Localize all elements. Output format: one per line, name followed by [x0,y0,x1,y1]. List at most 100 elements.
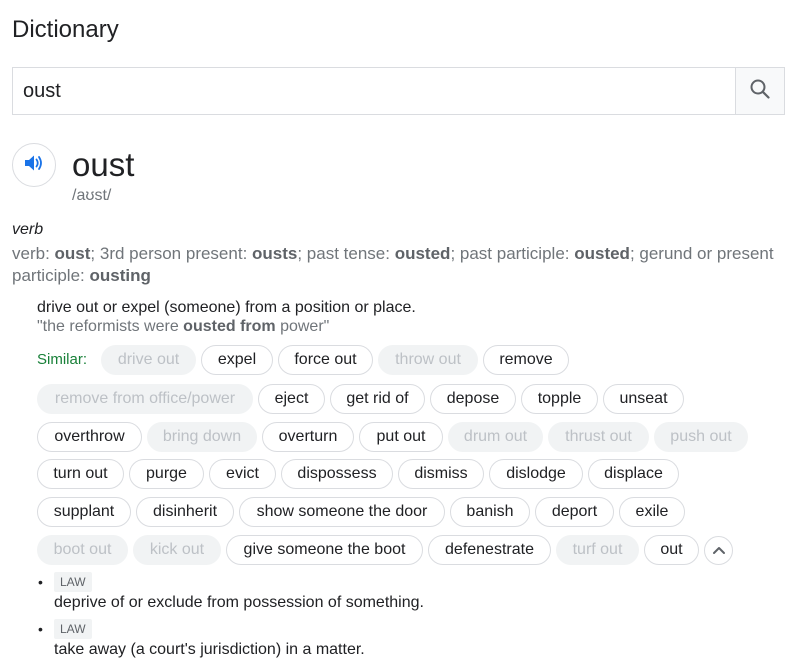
synonym-chip[interactable]: get rid of [330,384,425,414]
synonym-chip[interactable]: drum out [448,422,543,452]
synonym-chip[interactable]: drive out [101,345,196,375]
synonym-chip[interactable]: dislodge [489,459,583,489]
synonym-label: overturn [278,428,338,445]
synonym-label: dispossess [297,465,377,482]
synonym-label: remove from office/power [54,390,236,407]
headword: oust [72,146,135,183]
synonym-chip[interactable]: kick out [133,535,221,565]
synonym-chip[interactable]: exile [619,497,685,527]
example-text: "the reformists were [37,318,184,335]
page-title: Dictionary [12,16,119,43]
synonym-label: unseat [619,390,668,407]
pronunciation-button[interactable] [12,143,56,187]
synonym-label: displace [604,465,663,482]
synonym-chip[interactable]: out [644,535,699,565]
law-badge: LAW [54,572,92,592]
form-label: ; past tense: [297,244,395,263]
synonym-chip[interactable]: deport [535,497,614,527]
synonym-chip[interactable]: dispossess [281,459,393,489]
synonym-chip[interactable]: remove from office/power [37,384,253,414]
subsense-definition: deprive of or exclude from possession of… [54,594,424,611]
synonym-chip[interactable]: evict [209,459,276,489]
synonym-label: deport [551,503,598,520]
synonym-label: put out [376,428,426,445]
synonym-chip[interactable]: put out [359,422,443,452]
synonym-chip[interactable]: overturn [262,422,354,452]
synonym-label: kick out [149,541,205,558]
synonym-chip[interactable]: expel [201,345,273,375]
synonym-label: push out [670,428,732,445]
synonym-label: force out [294,351,357,368]
form-label: ; 3rd person present: [90,244,253,263]
synonym-chip[interactable]: supplant [37,497,131,527]
law-badge: LAW [54,619,92,639]
synonym-chip[interactable]: turf out [556,535,639,565]
synonym-label: get rid of [346,390,409,407]
list-bullet: • [38,574,43,590]
search-input[interactable] [13,68,735,114]
synonym-chip[interactable]: bring down [147,422,257,452]
synonym-chip[interactable]: force out [278,345,373,375]
synonym-label: show someone the door [256,503,428,520]
synonym-chip[interactable]: remove [483,345,569,375]
synonym-label: topple [537,390,582,407]
synonym-chip[interactable]: boot out [37,535,128,565]
synonym-chip[interactable]: topple [521,384,598,414]
synonym-chip[interactable]: displace [588,459,679,489]
synonym-chip[interactable]: push out [654,422,748,452]
synonym-label: expel [217,351,257,368]
synonym-label: supplant [53,503,115,520]
synonym-label: eject [274,390,309,407]
synonym-label: boot out [53,541,112,558]
search-box [12,67,785,115]
subsense-definition: take away (a court's jurisdiction) in a … [54,641,365,658]
search-button[interactable] [735,68,784,114]
synonym-chip[interactable]: overthrow [37,422,142,452]
synonym-label: dislodge [506,465,566,482]
synonym-label: remove [499,351,553,368]
synonym-chip[interactable]: eject [258,384,325,414]
synonym-chip[interactable]: show someone the door [239,497,445,527]
synonym-label: purge [146,465,187,482]
synonym-chip[interactable]: unseat [603,384,684,414]
synonym-label: dismiss [414,465,468,482]
form-value: oust [54,244,91,263]
synonym-chip[interactable]: dismiss [398,459,484,489]
synonym-chip[interactable]: banish [450,497,530,527]
definition-text: drive out or expel (someone) from a posi… [37,299,416,316]
synonym-chip[interactable]: give someone the boot [226,535,423,565]
synonym-label: banish [466,503,514,520]
synonym-label: overthrow [54,428,125,445]
part-of-speech: verb [12,221,44,238]
synonym-label: thrust out [565,428,632,445]
phonetic-spelling: /aʊst/ [72,187,112,204]
synonym-chip[interactable]: defenestrate [428,535,551,565]
synonym-label: bring down [162,428,242,445]
synonym-chip[interactable]: turn out [37,459,124,489]
synonym-label: give someone the boot [243,541,406,558]
synonym-chip[interactable]: thrust out [548,422,649,452]
synonym-label: defenestrate [445,541,534,558]
example-text: power" [275,318,330,335]
form-value: ousts [252,244,298,263]
synonym-label: drum out [463,428,528,445]
synonym-chip[interactable]: depose [430,384,516,414]
synonym-label: exile [635,503,669,520]
form-value: ousted [574,244,630,263]
example-sentence: "the reformists were ousted from power" [37,318,329,336]
synonym-label: drive out [117,351,180,368]
collapse-similar-button[interactable] [704,536,733,565]
synonym-label: turn out [53,465,108,482]
similar-label: Similar: [37,351,88,368]
list-bullet: • [38,621,43,637]
search-icon [748,77,772,106]
synonym-label: disinherit [152,503,218,520]
form-label: ; past participle: [450,244,575,263]
synonym-label: depose [446,390,500,407]
verb-forms: verb: oust; 3rd person present: ousts; p… [12,243,782,287]
synonym-chip[interactable]: purge [129,459,204,489]
synonym-label: turf out [572,541,623,558]
chevron-up-icon [712,542,726,560]
synonym-chip[interactable]: throw out [378,345,478,375]
synonym-chip[interactable]: disinherit [136,497,234,527]
